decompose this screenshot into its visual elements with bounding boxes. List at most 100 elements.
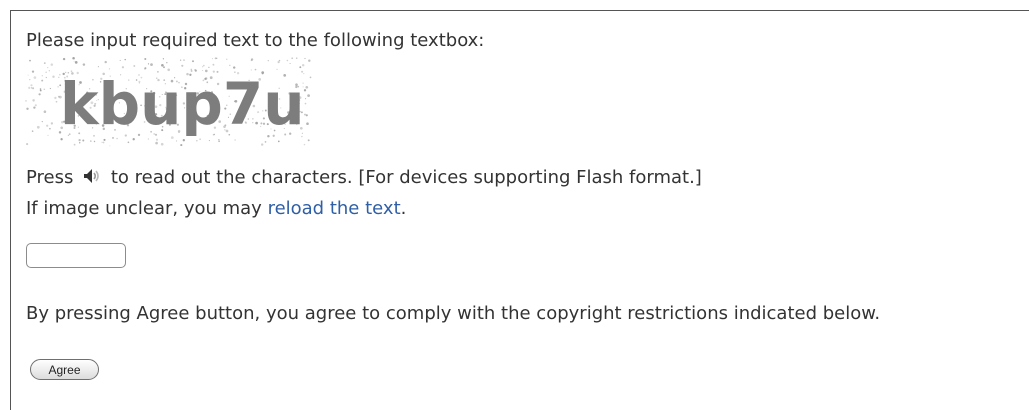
captcha-noise-dot xyxy=(41,120,43,123)
captcha-noise-dot xyxy=(208,140,210,142)
captcha-noise-dot xyxy=(289,62,291,65)
captcha-noise-dot xyxy=(163,66,165,69)
captcha-noise-dot xyxy=(52,75,55,78)
captcha-noise-dot xyxy=(93,140,96,143)
captcha-noise-dot xyxy=(199,138,201,140)
captcha-noise-dot xyxy=(54,96,57,100)
captcha-noise-dot xyxy=(179,59,182,61)
captcha-noise-dot xyxy=(29,59,31,62)
agree-button[interactable]: Agree xyxy=(30,359,99,380)
captcha-noise-dot xyxy=(55,100,58,103)
captcha-noise-dot xyxy=(82,63,86,66)
captcha-noise-dot xyxy=(161,63,164,67)
captcha-noise-dot xyxy=(43,88,46,91)
captcha-noise-dot xyxy=(307,94,310,97)
captcha-noise-dot xyxy=(38,93,41,96)
reload-text-link[interactable]: reload the text xyxy=(268,198,401,219)
captcha-noise-dot xyxy=(226,58,228,60)
captcha-noise-dot xyxy=(234,139,236,141)
captcha-noise-dot xyxy=(45,76,47,79)
captcha-noise-dot xyxy=(160,142,164,146)
audio-instruction: Press to read out the characters. [For d… xyxy=(26,167,702,189)
captcha-noise-dot xyxy=(25,99,27,102)
captcha-characters: kbup7u xyxy=(60,70,305,138)
captcha-noise-dot xyxy=(78,138,81,142)
captcha-noise-dot xyxy=(31,130,34,132)
captcha-noise-dot xyxy=(33,106,36,109)
captcha-noise-dot xyxy=(214,57,217,60)
captcha-noise-dot xyxy=(26,107,29,110)
captcha-noise-dot xyxy=(121,66,125,69)
captcha-noise-dot xyxy=(82,139,85,142)
captcha-noise-dot xyxy=(181,64,184,67)
captcha-noise-dot xyxy=(233,66,236,69)
captcha-noise-dot xyxy=(28,86,31,90)
speaker-icon[interactable] xyxy=(83,168,101,189)
captcha-noise-dot xyxy=(308,59,311,62)
captcha-noise-dot xyxy=(48,70,50,72)
captcha-noise-dot xyxy=(180,144,183,147)
captcha-noise-dot xyxy=(119,59,121,61)
captcha-noise-dot xyxy=(74,61,78,64)
captcha-noise-dot xyxy=(43,110,47,113)
captcha-noise-dot xyxy=(27,74,29,76)
captcha-noise-dot xyxy=(124,58,126,61)
captcha-noise-dot xyxy=(155,141,158,145)
captcha-noise-dot xyxy=(34,104,37,107)
captcha-noise-dot xyxy=(304,102,307,105)
captcha-noise-dot xyxy=(192,60,194,63)
captcha-noise-dot xyxy=(306,122,309,126)
reload-prefix: If image unclear, you may xyxy=(26,198,262,219)
captcha-noise-dot xyxy=(49,87,52,90)
captcha-noise-dot xyxy=(261,143,264,146)
captcha-noise-dot xyxy=(62,57,66,61)
captcha-noise-dot xyxy=(102,141,105,144)
captcha-noise-dot xyxy=(307,139,310,142)
captcha-noise-dot xyxy=(26,143,29,146)
audio-prefix: Press xyxy=(26,167,74,188)
captcha-noise-dot xyxy=(250,58,254,61)
captcha-noise-dot xyxy=(32,99,35,102)
captcha-noise-dot xyxy=(109,145,111,147)
captcha-noise-dot xyxy=(32,87,35,90)
captcha-noise-dot xyxy=(147,63,150,65)
captcha-noise-dot xyxy=(103,138,106,141)
captcha-noise-dot xyxy=(39,88,42,90)
captcha-noise-dot xyxy=(182,139,185,142)
captcha-noise-dot xyxy=(36,125,40,129)
captcha-noise-dot xyxy=(89,140,92,142)
captcha-prompt: Please input required text to the follow… xyxy=(26,30,485,51)
captcha-noise-dot xyxy=(57,86,59,88)
captcha-noise-dot xyxy=(41,75,43,77)
reload-instruction: If image unclear, you may reload the tex… xyxy=(26,198,406,219)
captcha-noise-dot xyxy=(212,63,215,66)
captcha-input[interactable] xyxy=(26,243,126,268)
captcha-noise-dot xyxy=(155,138,159,141)
captcha-noise-dot xyxy=(41,79,44,82)
captcha-noise-dot xyxy=(73,60,75,62)
captcha-noise-dot xyxy=(72,57,75,60)
captcha-image: kbup7u xyxy=(24,56,314,148)
captcha-noise-dot xyxy=(291,57,294,60)
captcha-noise-dot xyxy=(132,138,135,141)
captcha-noise-dot xyxy=(30,87,33,89)
captcha-noise-dot xyxy=(208,66,210,69)
captcha-noise-dot xyxy=(46,124,49,127)
captcha-noise-dot xyxy=(202,64,205,67)
captcha-noise-dot xyxy=(278,59,281,62)
captcha-noise-dot xyxy=(286,59,289,62)
captcha-noise-dot xyxy=(116,137,118,140)
audio-suffix: to read out the characters. [For devices… xyxy=(110,167,702,188)
captcha-noise-dot xyxy=(218,139,220,141)
captcha-noise-dot xyxy=(211,58,214,60)
agreement-notice: By pressing Agree button, you agree to c… xyxy=(26,303,881,324)
captcha-noise-dot xyxy=(305,98,307,100)
captcha-noise-dot xyxy=(50,63,54,66)
captcha-noise-dot xyxy=(175,140,178,142)
captcha-noise-dot xyxy=(183,59,185,61)
captcha-noise-dot xyxy=(39,89,42,92)
captcha-noise-dot xyxy=(78,142,81,144)
captcha-noise-dot xyxy=(29,78,31,81)
captcha-noise-dot xyxy=(267,60,269,62)
captcha-noise-dot xyxy=(104,60,107,64)
